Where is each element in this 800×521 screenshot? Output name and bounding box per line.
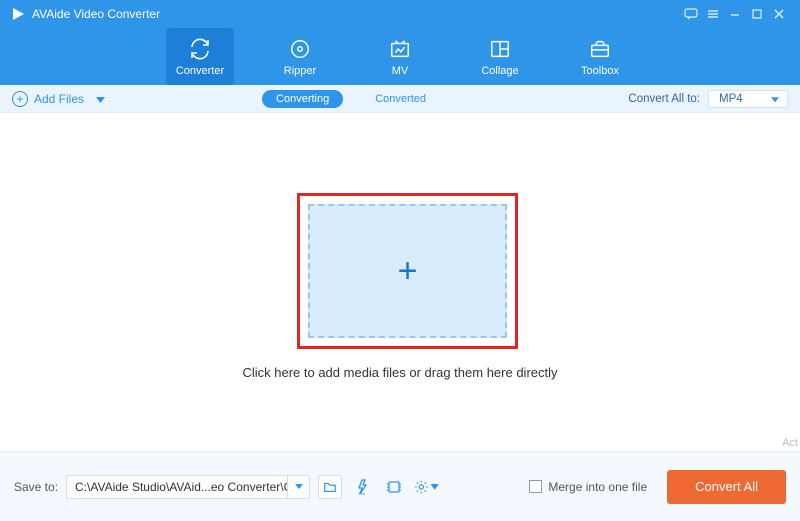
gpu-button[interactable] bbox=[382, 475, 406, 499]
tab-label: Collage bbox=[481, 65, 518, 77]
plus-icon: + bbox=[398, 252, 418, 291]
main-area: + Click here to add media files or drag … bbox=[0, 113, 800, 451]
plus-circle-icon: + bbox=[12, 91, 28, 107]
dropzone-caption: Click here to add media files or drag th… bbox=[0, 365, 800, 380]
convert-all-to-label: Convert All to: bbox=[628, 93, 700, 105]
mv-icon bbox=[389, 37, 411, 61]
tab-label: Converter bbox=[176, 65, 224, 77]
tab-label: Toolbox bbox=[581, 65, 619, 77]
collage-icon bbox=[489, 37, 511, 61]
save-path-field[interactable]: C:\AVAide Studio\AVAid...eo Converter\Co… bbox=[67, 480, 287, 494]
tab-collage[interactable]: Collage bbox=[466, 28, 534, 85]
toolbar: + Add Files Converting Converted Convert… bbox=[0, 85, 800, 113]
minimize-icon[interactable] bbox=[724, 3, 746, 25]
maximize-icon[interactable] bbox=[746, 3, 768, 25]
feedback-icon[interactable] bbox=[680, 3, 702, 25]
dropzone[interactable]: + bbox=[308, 204, 507, 338]
output-format-select[interactable]: MP4 bbox=[708, 90, 788, 108]
close-icon[interactable] bbox=[768, 3, 790, 25]
status-segment: Converting Converted bbox=[262, 90, 440, 108]
settings-button[interactable] bbox=[414, 475, 438, 499]
convert-all-to: Convert All to: MP4 bbox=[628, 90, 788, 108]
tab-label: MV bbox=[392, 65, 409, 77]
add-files-label: Add Files bbox=[34, 92, 84, 106]
save-to-label: Save to: bbox=[14, 480, 58, 494]
segment-converted[interactable]: Converted bbox=[361, 90, 440, 108]
chevron-down-icon bbox=[96, 92, 105, 106]
menu-icon[interactable] bbox=[702, 3, 724, 25]
merge-checkbox[interactable]: Merge into one file bbox=[529, 480, 647, 494]
tab-label: Ripper bbox=[284, 65, 316, 77]
add-files-button[interactable]: + Add Files bbox=[12, 91, 105, 107]
nav-tabs: Converter Ripper MV Collage Toolbox bbox=[0, 28, 800, 85]
tab-toolbox[interactable]: Toolbox bbox=[566, 28, 634, 85]
hw-accel-button[interactable]: On bbox=[350, 475, 374, 499]
app-title: AVAide Video Converter bbox=[32, 7, 160, 21]
save-path-dropdown[interactable] bbox=[287, 476, 309, 498]
convert-all-button[interactable]: Convert All bbox=[667, 470, 786, 504]
tab-ripper[interactable]: Ripper bbox=[266, 28, 334, 85]
toolbox-icon bbox=[589, 37, 611, 61]
segment-converting[interactable]: Converting bbox=[262, 90, 343, 108]
save-path-box: C:\AVAide Studio\AVAid...eo Converter\Co… bbox=[66, 475, 310, 499]
open-folder-button[interactable] bbox=[318, 475, 342, 499]
output-format-value: MP4 bbox=[719, 93, 743, 105]
tab-converter[interactable]: Converter bbox=[166, 28, 234, 85]
dropzone-highlight: + bbox=[297, 193, 518, 349]
title-bar: AVAide Video Converter bbox=[0, 0, 800, 28]
bottom-bar: Save to: C:\AVAide Studio\AVAid...eo Con… bbox=[0, 451, 800, 521]
merge-label: Merge into one file bbox=[548, 480, 647, 494]
tab-mv[interactable]: MV bbox=[366, 28, 434, 85]
ripper-icon bbox=[289, 37, 311, 61]
converter-icon bbox=[188, 37, 212, 61]
checkbox-icon bbox=[529, 480, 542, 493]
activation-hint: Act bbox=[782, 437, 798, 449]
app-logo-icon bbox=[10, 6, 26, 22]
svg-text:On: On bbox=[359, 492, 366, 495]
